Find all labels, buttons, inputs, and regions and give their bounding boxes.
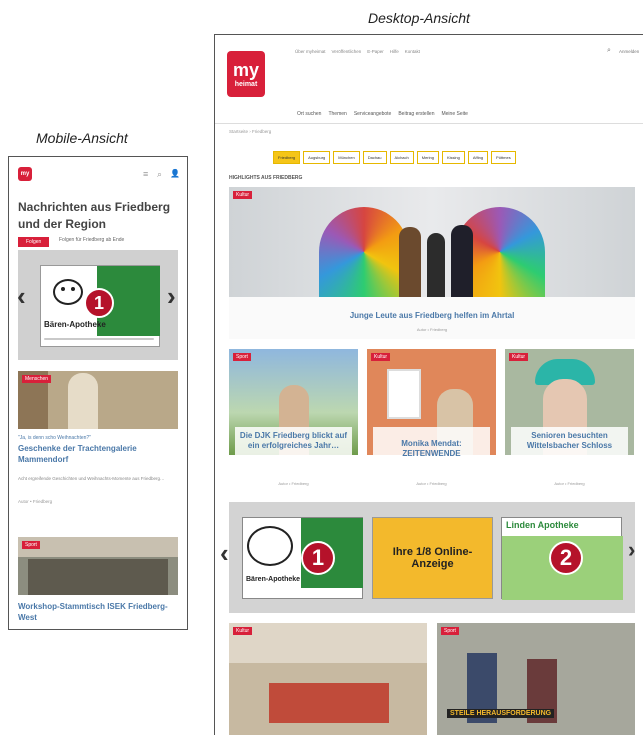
mainnav-item[interactable]: Themen [328, 111, 346, 117]
mobile-article1-meta: Autor • Friedberg [18, 499, 53, 504]
mainnav-item[interactable]: Beitrag erstellen [398, 111, 434, 117]
topnav-item[interactable]: Hilfe [390, 49, 399, 54]
article-card-title[interactable]: Die DJK Friedberg blickt auf ein erfolgr… [235, 431, 352, 452]
location-chips: Friedberg Augsburg München Dachau Aichac… [273, 151, 516, 164]
chip[interactable]: Kissing [441, 151, 465, 164]
hero-card[interactable]: Kultur Junge Leute aus Friedberg helfen … [229, 187, 635, 339]
mobile-frame: my ≡ ⌕ 👤 Nachrichten aus Friedberg und d… [8, 156, 188, 630]
ad-slot-own[interactable]: Ihre 1/8 Online-Anzeige [372, 517, 493, 599]
mobile-prev-arrow[interactable]: ‹ [17, 281, 26, 312]
bottom-card[interactable]: Kultur [229, 623, 427, 735]
hero-badge: Kultur [233, 191, 253, 199]
chip[interactable]: Aichach [389, 151, 414, 164]
caption-desktop: Desktop-Ansicht [368, 10, 470, 26]
article-card-title[interactable]: Senioren besuchten Wittelsbacher Schloss [511, 431, 628, 452]
topnav-item[interactable]: Veröffentlichen [332, 49, 362, 54]
mobile-search-icon[interactable]: ⌕ [157, 169, 162, 180]
chip[interactable]: Mering [416, 151, 439, 164]
ad-number-badge: 1 [84, 288, 114, 318]
chip[interactable]: Pöttmes [491, 151, 516, 164]
desktop-user-link[interactable]: Anmelden [619, 49, 639, 54]
hero-title[interactable]: Junge Leute aus Friedberg helfen im Ahrt… [229, 311, 635, 321]
mobile-tag[interactable]: Folgen [18, 237, 50, 247]
hero-meta: Autor • Friedberg [416, 327, 448, 332]
desktop-next-arrow[interactable]: › [628, 537, 635, 563]
ad-number-badge: 2 [549, 541, 583, 575]
own-ad-text: Ihre 1/8 Online-Anzeige [392, 546, 473, 570]
mobile-article1-text: Acht ergreifende Geschichten und Weihnac… [18, 476, 165, 481]
mobile-user-icon[interactable]: 👤 [170, 169, 180, 178]
mobile-menu-icon[interactable]: ≡ [143, 169, 148, 179]
mobile-heading: Nachrichten aus Friedberg und der Region [18, 200, 171, 231]
mainnav-item[interactable]: Ort suchen [297, 111, 321, 117]
mobile-ad-slider: Bären-Apotheke 1 [18, 250, 178, 360]
chip[interactable]: Augsburg [303, 151, 331, 164]
desktop-topnav: Über myheimat Veröffentlichen E-Paper Hi… [295, 49, 420, 54]
mobile-article1-badge: Menschen [22, 375, 52, 383]
topnav-item[interactable]: Kontakt [405, 49, 420, 54]
desktop-mainnav: Ort suchen Themen Serviceangebote Beitra… [297, 111, 468, 117]
mobile-article2-image[interactable]: Sport [18, 537, 178, 595]
desktop-search-icon[interactable]: ⌕ [607, 47, 611, 55]
article-card[interactable]: Kultur Senioren besuchten Wittelsbacher … [505, 349, 634, 489]
mainnav-item[interactable]: Serviceangebote [354, 111, 392, 117]
chip[interactable]: München [333, 151, 360, 164]
desktop-ad-slider: Bären-Apotheke 1 Ihre 1/8 Online-Anzeige… [229, 502, 635, 613]
desktop-frame: my heimat Über myheimat Veröffentlichen … [214, 34, 643, 735]
mobile-article1-image[interactable]: Menschen [18, 371, 178, 429]
topnav-item[interactable]: Über myheimat [295, 49, 326, 54]
caption-mobile: Mobile-Ansicht [36, 130, 128, 146]
mobile-follow[interactable]: Folgen für Friedberg ab Ende [59, 237, 124, 243]
article-card[interactable]: Sport Die DJK Friedberg blickt auf ein e… [229, 349, 358, 489]
mobile-pharmacy-name: Bären-Apotheke [44, 320, 106, 329]
hero-image: Kultur [229, 187, 635, 297]
mobile-article2-badge: Sport [22, 541, 40, 549]
mobile-article1-kicker: "Ja, is denn scho Weihnachten?" [18, 435, 91, 441]
chip[interactable]: Affing [467, 151, 489, 164]
desktop-prev-arrow[interactable]: ‹ [220, 538, 229, 569]
mobile-next-arrow[interactable]: › [167, 281, 176, 312]
topnav-item[interactable]: E-Paper [367, 49, 384, 54]
ad-number-badge: 1 [301, 541, 335, 575]
breadcrumb[interactable]: Startseite › Friedberg [229, 129, 271, 134]
section-heading: HIGHLIGHTS AUS FRIEDBERG [229, 175, 303, 181]
chip-active[interactable]: Friedberg [273, 151, 301, 164]
article-card[interactable]: Kultur Monika Mendat: ZEITENWENDE Autor … [367, 349, 496, 489]
mobile-article2-title[interactable]: Workshop-Stammtisch ISEK Friedberg-West [18, 602, 178, 624]
mobile-article1-title[interactable]: Geschenke der Trachtengalerie Mammendorf [18, 444, 178, 466]
chip[interactable]: Dachau [362, 151, 387, 164]
mobile-logo[interactable]: my [18, 167, 32, 181]
article-card-title[interactable]: Monika Mendat: ZEITENWENDE [373, 439, 490, 460]
bottom-card[interactable]: STEILE HERAUSFORDERUNG Sport [437, 623, 635, 735]
mainnav-item[interactable]: Meine Seite [441, 111, 467, 117]
desktop-logo[interactable]: my heimat [227, 51, 265, 97]
